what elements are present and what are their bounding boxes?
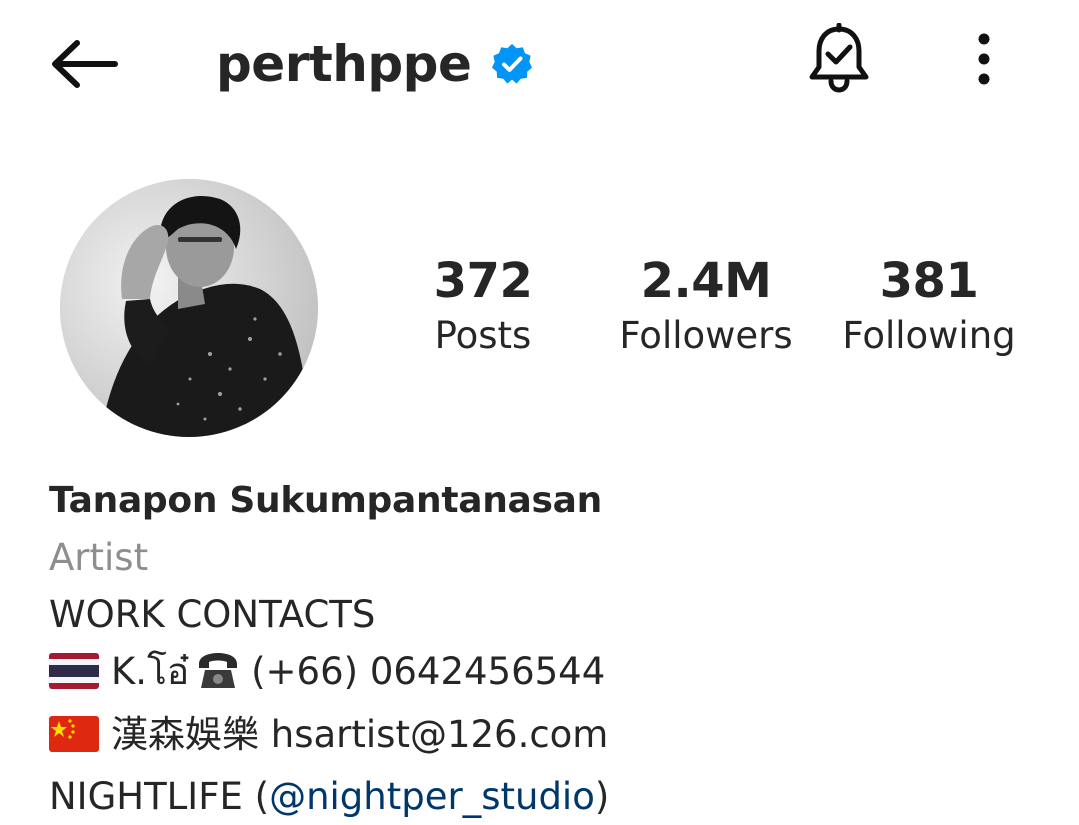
bio-china-contact: 漢森娛樂 hsartist@126.com (49, 706, 1049, 768)
verified-badge-icon (491, 43, 533, 85)
followers-label: Followers (619, 314, 793, 357)
thailand-flag-icon (49, 648, 99, 705)
following-label: Following (842, 314, 1016, 357)
posts-count[interactable]: 372 Posts (412, 250, 554, 358)
posts-value: 372 (433, 253, 533, 309)
posts-label: Posts (434, 314, 532, 357)
following-count[interactable]: 381 Following (834, 250, 1024, 358)
notifications-bell-button[interactable] (806, 22, 872, 98)
telephone-icon (195, 649, 241, 706)
profile-title: perthppe (216, 28, 533, 100)
mention-link[interactable]: @nightper_studio (269, 775, 595, 818)
bio-nightlife: NIGHTLIFE (@nightper_studio) (49, 768, 1049, 825)
contact-company: 漢森娛樂 (111, 713, 259, 756)
arrow-left-icon (49, 39, 119, 94)
profile-photo (60, 179, 318, 437)
bio-work-contacts: WORK CONTACTS (49, 593, 376, 636)
category-label: Artist (49, 536, 149, 579)
followers-value: 2.4M (640, 253, 772, 309)
username: perthppe (216, 35, 472, 93)
nightlife-prefix: NIGHTLIFE ( (49, 775, 270, 818)
contact-email: hsartist@126.com (270, 713, 609, 756)
following-value: 381 (879, 253, 979, 309)
china-flag-icon (49, 711, 99, 768)
profile-avatar[interactable] (60, 179, 318, 437)
contact-phone: (+66) 0642456544 (251, 650, 606, 693)
profile-bio: Tanapon Sukumpantanasan Artist WORK CONT… (49, 472, 1049, 825)
more-options-button[interactable] (962, 30, 1006, 92)
nightlife-suffix: ) (594, 775, 610, 818)
contact-name: K.โอ๋ (111, 650, 190, 693)
bell-check-icon (807, 22, 871, 98)
full-name: Tanapon Sukumpantanasan (49, 480, 602, 521)
more-vertical-icon (977, 32, 991, 91)
bio-thai-contact: K.โอ๋ (+66) 0642456544 (49, 643, 1049, 706)
back-button[interactable] (46, 36, 122, 96)
followers-count[interactable]: 2.4M Followers (604, 250, 808, 358)
